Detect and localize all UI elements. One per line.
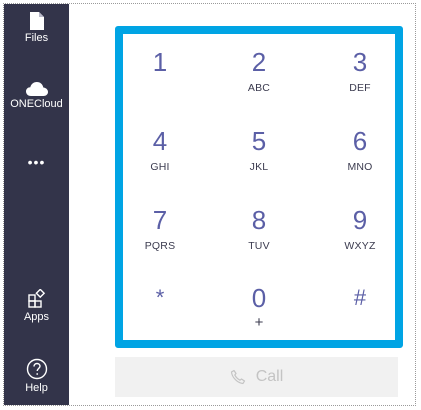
key-6[interactable]: 6 MNO (315, 127, 405, 173)
sidebar: Files ONECloud ••• Apps Help (4, 4, 69, 405)
sidebar-item-label: ONECloud (10, 98, 63, 110)
sidebar-item-label: Files (24, 32, 49, 44)
key-3[interactable]: 3 DEF (315, 48, 405, 94)
phone-icon (230, 369, 245, 385)
key-star[interactable]: * (115, 284, 205, 318)
key-letters: GHI (150, 161, 170, 173)
key-letters: DEF (349, 82, 371, 94)
key-2[interactable]: 2 ABC (214, 48, 304, 94)
key-digit: 7 (152, 205, 168, 235)
key-letters: JKL (249, 161, 269, 173)
key-0[interactable]: 0 + (214, 284, 304, 330)
key-4[interactable]: 4 GHI (115, 127, 205, 173)
sidebar-item-label: Help (25, 382, 48, 394)
key-digit: 6 (352, 126, 368, 156)
help-icon (26, 358, 47, 380)
sidebar-item-files[interactable]: Files (4, 12, 69, 44)
key-digit: 2 (251, 47, 267, 77)
key-letters: PQRS (144, 240, 176, 252)
key-digit: 8 (251, 205, 267, 235)
key-5[interactable]: 5 JKL (214, 127, 304, 173)
sidebar-item-help[interactable]: Help (4, 358, 69, 394)
files-icon (29, 12, 44, 30)
sidebar-item-onecloud[interactable]: ONECloud (4, 82, 69, 110)
call-label: Call (255, 368, 284, 385)
key-digit: * (155, 285, 165, 310)
apps-icon (27, 289, 45, 308)
key-digit: 4 (152, 126, 168, 156)
cloud-icon (25, 82, 48, 96)
key-9[interactable]: 9 WXYZ (315, 206, 405, 252)
key-hash[interactable]: # (315, 284, 405, 318)
key-digit: 3 (352, 47, 368, 77)
more-icon[interactable]: ••• (4, 154, 69, 170)
key-digit: 5 (251, 126, 267, 156)
sidebar-item-apps[interactable]: Apps (4, 289, 69, 323)
main-panel: 1 2 ABC 3 DEF 4 GHI 5 JKL 6 MNO 7 PQRS 8… (69, 4, 415, 405)
sidebar-item-label: Apps (23, 311, 50, 323)
key-digit: 0 (251, 283, 267, 313)
key-digit: # (353, 285, 367, 310)
dial-pad: 1 2 ABC 3 DEF 4 GHI 5 JKL 6 MNO 7 PQRS 8… (115, 26, 403, 348)
app-window: Files ONECloud ••• Apps Help 1 2 ABC 3 D… (3, 3, 416, 406)
key-letters: ABC (247, 82, 271, 94)
key-7[interactable]: 7 PQRS (115, 206, 205, 252)
call-button[interactable]: Call (115, 357, 398, 397)
key-digit: 1 (152, 47, 168, 77)
key-plus: + (254, 314, 264, 331)
key-letters: TUV (248, 240, 270, 252)
key-letters: WXYZ (344, 240, 376, 252)
key-digit: 9 (352, 205, 368, 235)
key-1[interactable]: 1 (115, 48, 205, 82)
key-letters: MNO (347, 161, 373, 173)
more-label: ••• (27, 154, 46, 170)
key-8[interactable]: 8 TUV (214, 206, 304, 252)
